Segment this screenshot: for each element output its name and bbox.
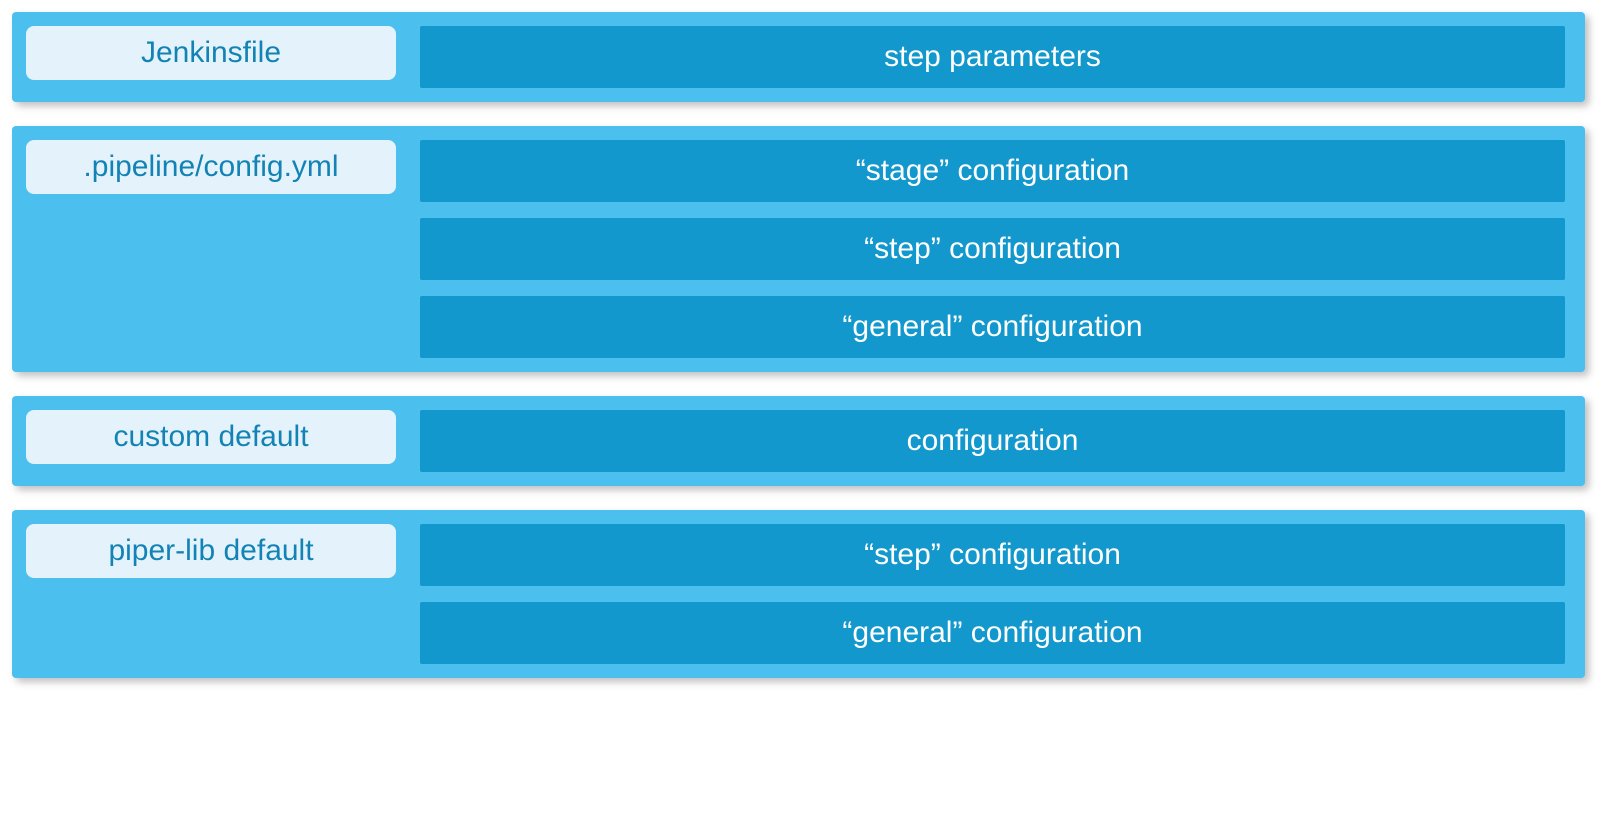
- layer-custom-default: custom default configuration: [12, 396, 1585, 486]
- layer-item: “general” configuration: [420, 602, 1565, 664]
- layer-items: configuration: [420, 410, 1565, 472]
- layer-items: “step” configuration “general” configura…: [420, 524, 1565, 664]
- layer-jenkinsfile: Jenkinsfile step parameters: [12, 12, 1585, 102]
- layer-label: Jenkinsfile: [26, 26, 396, 80]
- layer-item: “step” configuration: [420, 218, 1565, 280]
- layer-item: “general” configuration: [420, 296, 1565, 358]
- layer-item: configuration: [420, 410, 1565, 472]
- layer-items: step parameters: [420, 26, 1565, 88]
- layer-item: step parameters: [420, 26, 1565, 88]
- layer-item: “stage” configuration: [420, 140, 1565, 202]
- layer-label: custom default: [26, 410, 396, 464]
- layer-label: .pipeline/config.yml: [26, 140, 396, 194]
- layer-piper-lib-default: piper-lib default “step” configuration “…: [12, 510, 1585, 678]
- layer-pipeline-config: .pipeline/config.yml “stage” configurati…: [12, 126, 1585, 372]
- layer-item: “step” configuration: [420, 524, 1565, 586]
- layer-items: “stage” configuration “step” configurati…: [420, 140, 1565, 358]
- diagram-container: Jenkinsfile step parameters .pipeline/co…: [12, 12, 1585, 678]
- layer-label: piper-lib default: [26, 524, 396, 578]
